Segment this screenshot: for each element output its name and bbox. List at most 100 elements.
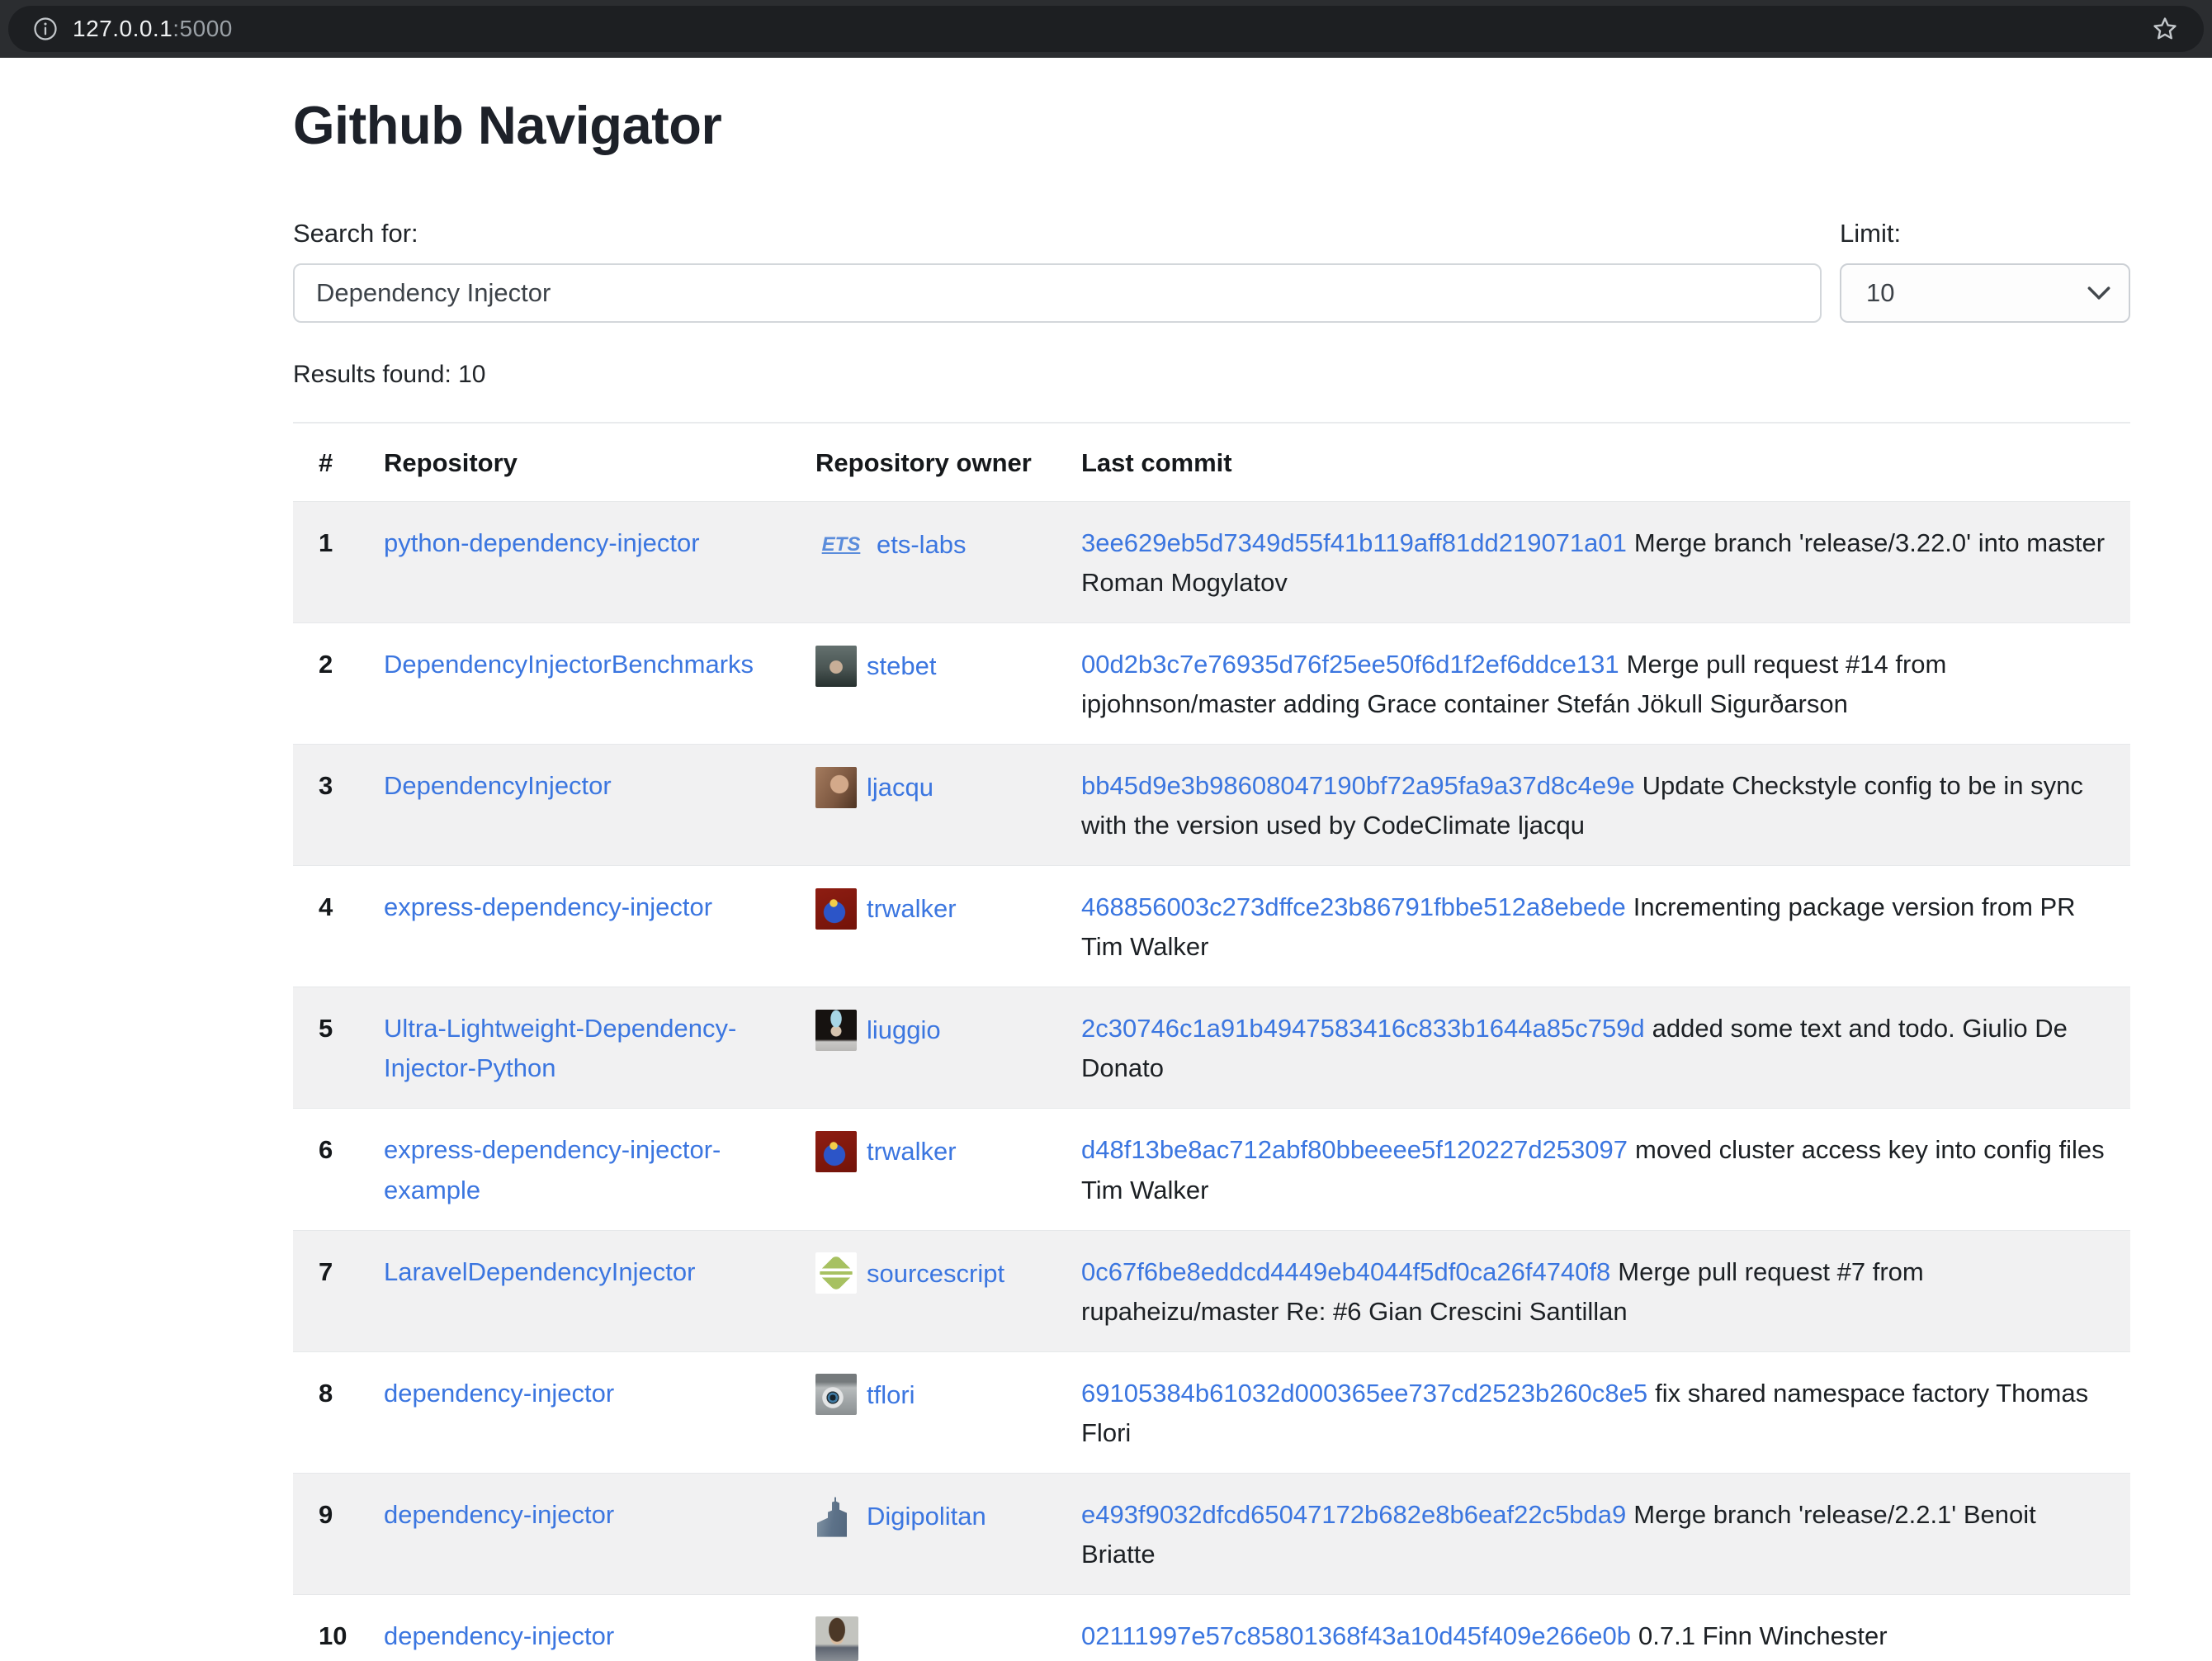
url-port: :5000 xyxy=(173,16,233,41)
repository-link[interactable]: LaravelDependencyInjector xyxy=(384,1257,695,1286)
repository-link[interactable]: dependency-injector xyxy=(384,1621,614,1650)
owner-link[interactable]: trwalker xyxy=(867,894,957,923)
ets-labs-avatar: ETS xyxy=(815,527,867,563)
owner-cell: trwalker xyxy=(815,1109,1081,1230)
column-header-repository-owner: Repository owner xyxy=(815,424,1081,502)
commit-hash-link[interactable]: 00d2b3c7e76935d76f25ee50f6d1f2ef6ddce131 xyxy=(1081,650,1619,679)
results-count: Results found: 10 xyxy=(293,361,2130,389)
ljacqu-avatar xyxy=(815,767,857,808)
owner-cell: tflori xyxy=(815,1351,1081,1473)
commit-hash-link[interactable]: d48f13be8ac712abf80bbeeee5f120227d253097 xyxy=(1081,1135,1628,1164)
row-number: 4 xyxy=(293,866,384,987)
owner-cell: trwalker xyxy=(815,866,1081,987)
column-header-number: # xyxy=(293,424,384,502)
commit-hash-link[interactable]: 0c67f6be8eddcd4449eb4044f5df0ca26f4740f8 xyxy=(1081,1257,1610,1286)
table-row: 2 DependencyInjectorBenchmarks stebet 00… xyxy=(293,623,2130,745)
search-input[interactable] xyxy=(293,263,1822,323)
limit-label: Limit: xyxy=(1840,219,2130,248)
owner-link[interactable]: stebet xyxy=(867,651,936,680)
commit-hash-link[interactable]: 3ee629eb5d7349d55f41b119aff81dd219071a01 xyxy=(1081,528,1627,557)
page-title: Github Navigator xyxy=(293,94,2130,156)
table-row: 4 express-dependency-injector trwalker 4… xyxy=(293,866,2130,987)
url-field[interactable]: 127.0.0.1:5000 xyxy=(8,6,2204,52)
trwalker-avatar xyxy=(815,888,857,930)
commit-cell: 00d2b3c7e76935d76f25ee50f6d1f2ef6ddce131… xyxy=(1081,623,2130,745)
column-header-last-commit: Last commit xyxy=(1081,424,2130,502)
digipolitan-avatar xyxy=(815,1496,857,1537)
table-header-row: # Repository Repository owner Last commi… xyxy=(293,424,2130,502)
stebet-avatar xyxy=(815,646,857,687)
owner-link[interactable]: Digipolitan xyxy=(867,1502,986,1531)
commit-hash-link[interactable]: e493f9032dfcd65047172b682e8b6eaf22c5bda9 xyxy=(1081,1500,1626,1529)
commit-hash-link[interactable]: bb45d9e3b98608047190bf72a95fa9a37d8c4e9e xyxy=(1081,771,1635,800)
tflori-avatar xyxy=(815,1374,857,1415)
table-row: 3 DependencyInjector ljacqu bb45d9e3b986… xyxy=(293,745,2130,866)
commit-cell: d48f13be8ac712abf80bbeeee5f120227d253097… xyxy=(1081,1109,2130,1230)
commit-cell: 3ee629eb5d7349d55f41b119aff81dd219071a01… xyxy=(1081,502,2130,623)
commit-cell: 69105384b61032d000365ee737cd2523b260c8e5… xyxy=(1081,1351,2130,1473)
owner-cell: Digipolitan xyxy=(815,1473,1081,1594)
row-number: 6 xyxy=(293,1109,384,1230)
search-label: Search for: xyxy=(293,219,1822,248)
row-number: 7 xyxy=(293,1230,384,1351)
commit-hash-link[interactable]: 468856003c273dffce23b86791fbbe512a8ebede xyxy=(1081,892,1626,921)
main-content: Github Navigator Search for: Limit: 10 R… xyxy=(293,94,2130,1661)
commit-cell: bb45d9e3b98608047190bf72a95fa9a37d8c4e9e… xyxy=(1081,745,2130,866)
finnwinchester-avatar xyxy=(815,1616,858,1661)
commit-message: 0.7.1 Finn Winchester xyxy=(1638,1621,1888,1650)
search-controls: Search for: Limit: 10 xyxy=(293,219,2130,323)
owner-cell: FinnWinchester xyxy=(815,1594,1081,1661)
owner-cell: sourcescript xyxy=(815,1230,1081,1351)
table-row: 9 dependency-injector Digipolitan e493f9… xyxy=(293,1473,2130,1594)
table-row: 1 python-dependency-injector ETS ets-labs… xyxy=(293,502,2130,623)
owner-link[interactable]: ets-labs xyxy=(877,530,967,559)
repository-link[interactable]: express-dependency-injector-example xyxy=(384,1135,721,1204)
commit-hash-link[interactable]: 69105384b61032d000365ee737cd2523b260c8e5 xyxy=(1081,1379,1647,1408)
repository-link[interactable]: dependency-injector xyxy=(384,1500,614,1529)
url-host: 127.0.0.1 xyxy=(73,16,173,41)
owner-link[interactable]: ljacqu xyxy=(867,773,933,802)
commit-cell: 2c30746c1a91b4947583416c833b1644a85c759d… xyxy=(1081,987,2130,1109)
repository-link[interactable]: dependency-injector xyxy=(384,1379,614,1408)
table-row: 10 dependency-injector FinnWinchester 02… xyxy=(293,1594,2130,1661)
liuggio-avatar xyxy=(815,1010,857,1051)
repository-link[interactable]: DependencyInjectorBenchmarks xyxy=(384,650,754,679)
owner-cell: stebet xyxy=(815,623,1081,745)
commit-cell: e493f9032dfcd65047172b682e8b6eaf22c5bda9… xyxy=(1081,1473,2130,1594)
trwalker-avatar xyxy=(815,1131,857,1172)
owner-link[interactable]: tflori xyxy=(867,1379,915,1408)
browser-address-bar: 127.0.0.1:5000 xyxy=(0,0,2212,58)
row-number: 3 xyxy=(293,745,384,866)
sourcescript-avatar xyxy=(815,1252,857,1294)
owner-cell: liuggio xyxy=(815,987,1081,1109)
repository-link[interactable]: Ultra-Lightweight-Dependency-Injector-Py… xyxy=(384,1014,736,1082)
url-text: 127.0.0.1:5000 xyxy=(73,16,233,42)
limit-select[interactable]: 10 xyxy=(1840,263,2130,323)
limit-select-value: 10 xyxy=(1866,278,1894,308)
commit-hash-link[interactable]: 02111997e57c85801368f43a10d45f409e266e0b xyxy=(1081,1621,1631,1650)
repository-link[interactable]: DependencyInjector xyxy=(384,771,612,800)
row-number: 5 xyxy=(293,987,384,1109)
table-row: 5 Ultra-Lightweight-Dependency-Injector-… xyxy=(293,987,2130,1109)
repository-link[interactable]: python-dependency-injector xyxy=(384,528,700,557)
row-number: 1 xyxy=(293,502,384,623)
row-number: 10 xyxy=(293,1594,384,1661)
row-number: 9 xyxy=(293,1473,384,1594)
owner-link[interactable]: liuggio xyxy=(867,1015,941,1044)
owner-link[interactable]: sourcescript xyxy=(867,1258,1004,1287)
commit-cell: 02111997e57c85801368f43a10d45f409e266e0b… xyxy=(1081,1594,2130,1661)
info-icon[interactable] xyxy=(33,17,58,41)
bookmark-star-icon[interactable] xyxy=(2151,15,2179,43)
column-header-repository: Repository xyxy=(384,424,815,502)
commit-hash-link[interactable]: 2c30746c1a91b4947583416c833b1644a85c759d xyxy=(1081,1014,1645,1043)
owner-link[interactable]: trwalker xyxy=(867,1137,957,1166)
commit-cell: 0c67f6be8eddcd4449eb4044f5df0ca26f4740f8… xyxy=(1081,1230,2130,1351)
commit-cell: 468856003c273dffce23b86791fbbe512a8ebede… xyxy=(1081,866,2130,987)
table-row: 7 LaravelDependencyInjector sourcescript… xyxy=(293,1230,2130,1351)
repository-link[interactable]: express-dependency-injector xyxy=(384,892,712,921)
row-number: 2 xyxy=(293,623,384,745)
chevron-down-icon xyxy=(2087,286,2110,300)
owner-cell: ETS ets-labs xyxy=(815,502,1081,623)
table-row: 8 dependency-injector tflori 69105384b61… xyxy=(293,1351,2130,1473)
results-table: # Repository Repository owner Last commi… xyxy=(293,424,2130,1661)
